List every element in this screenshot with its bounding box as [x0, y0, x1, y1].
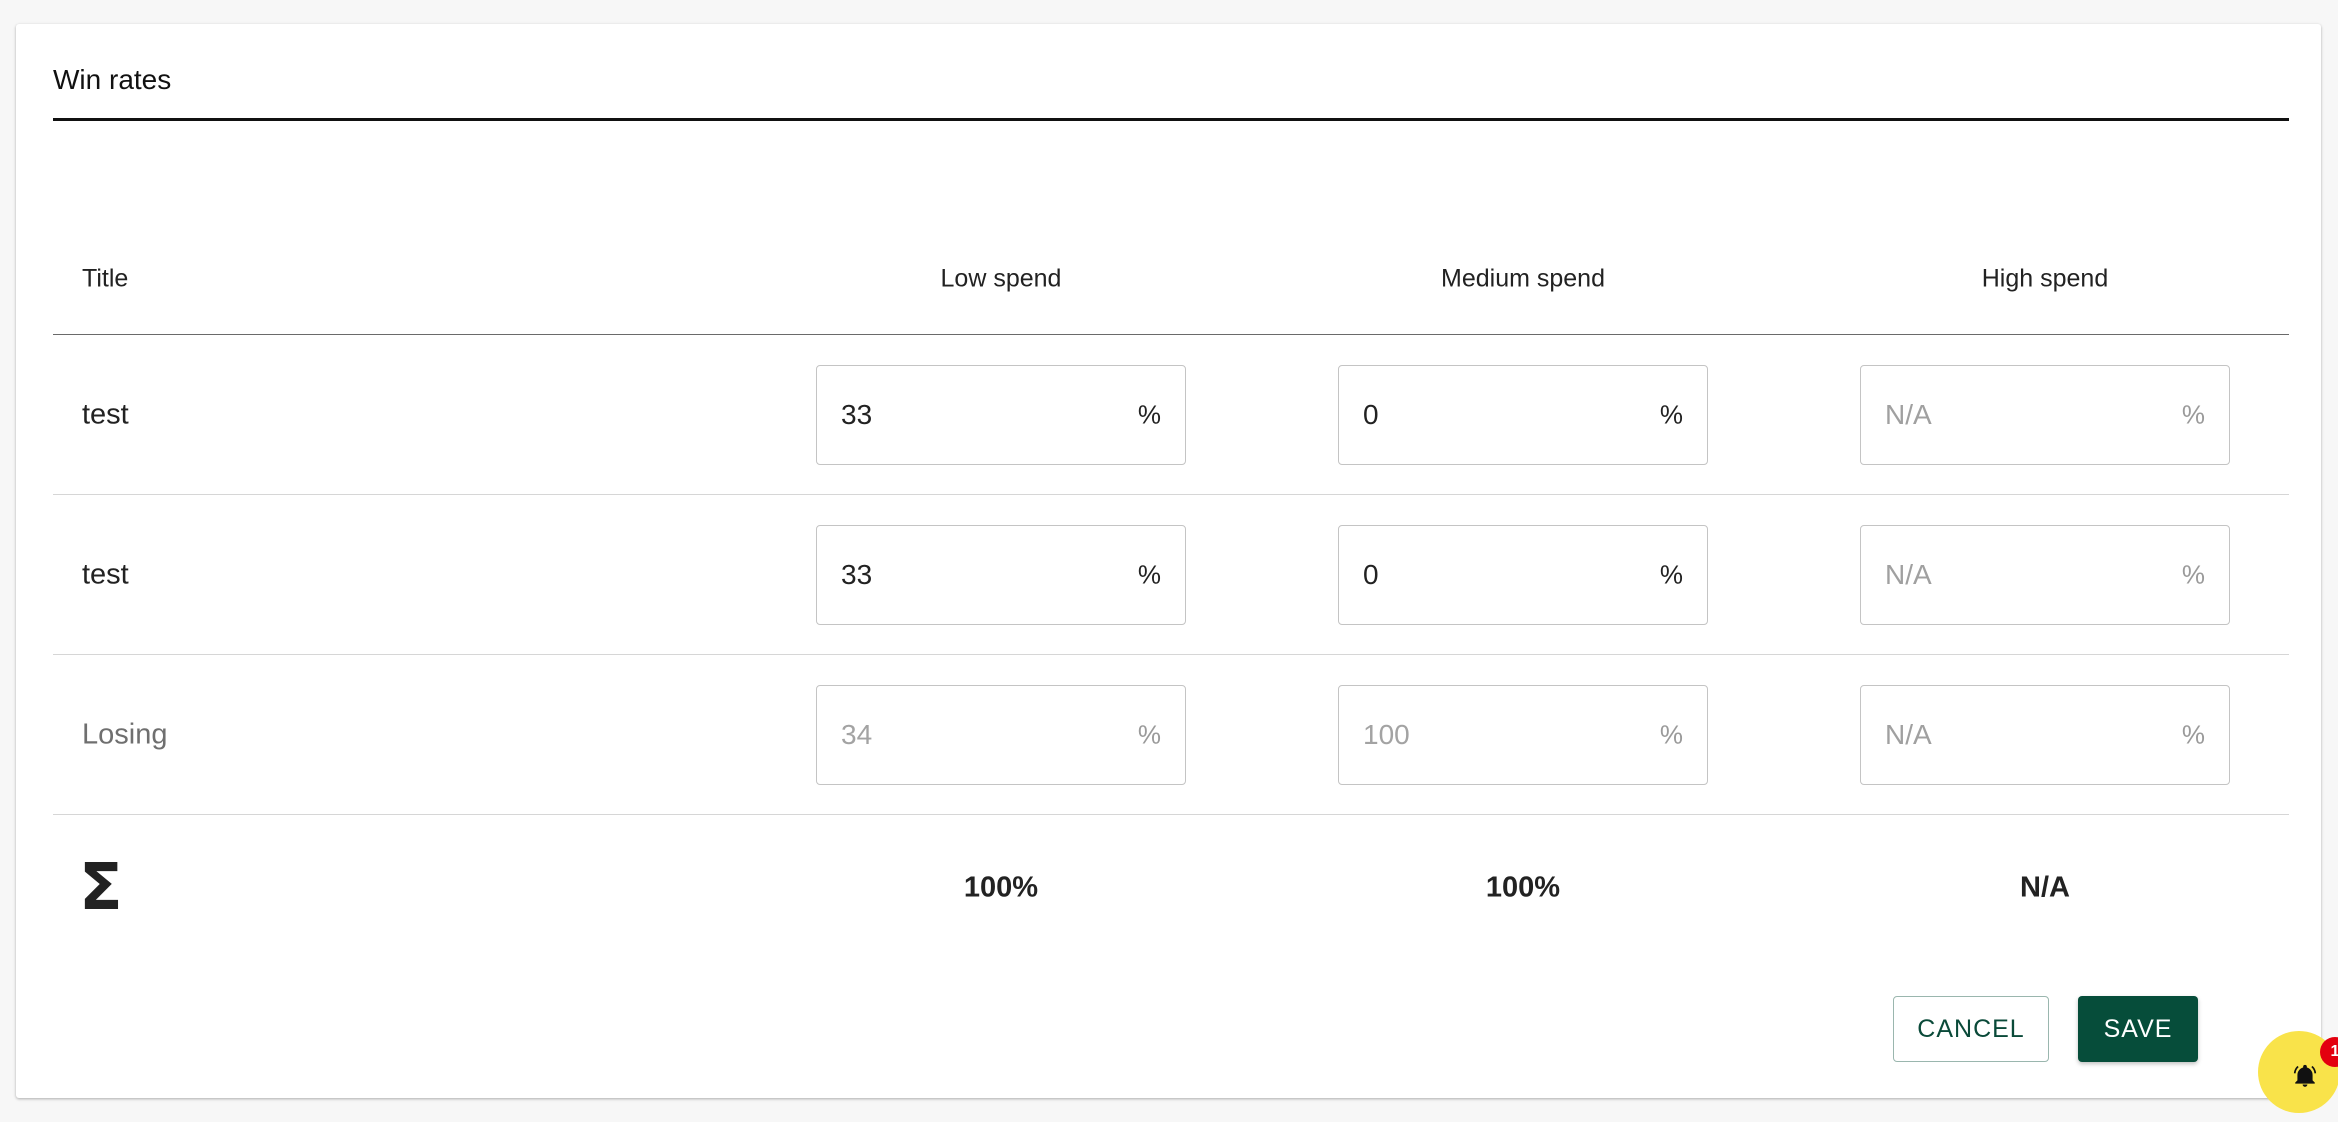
medium-spend-input[interactable]: [1363, 525, 1623, 624]
totals-row: Σ 100% 100% N/A: [53, 815, 2289, 960]
low-spend-field[interactable]: %: [816, 364, 1186, 465]
high-spend-input[interactable]: [1885, 365, 2145, 464]
title-divider: [53, 118, 2289, 121]
notifications-button[interactable]: 1: [2258, 1031, 2338, 1113]
table-row: test % % %: [53, 335, 2289, 495]
card-title: Win rates: [53, 64, 172, 95]
low-spend-input[interactable]: [841, 525, 1101, 624]
save-button[interactable]: SAVE: [2078, 996, 2198, 1062]
low-spend-field: %: [816, 684, 1186, 785]
high-spend-field: %: [1860, 684, 2230, 785]
medium-spend-input[interactable]: [1363, 365, 1623, 464]
total-low-spend: 100%: [963, 871, 1039, 903]
percent-suffix: %: [2181, 399, 2205, 429]
row-title: test: [82, 558, 129, 590]
percent-suffix: %: [1137, 719, 1161, 749]
row-title: test: [82, 398, 129, 430]
medium-spend-input: [1363, 685, 1623, 784]
sum-icon: Σ: [79, 850, 123, 925]
medium-spend-field[interactable]: %: [1338, 364, 1708, 465]
high-spend-input[interactable]: [1885, 525, 2145, 624]
table-header-row: Title Low spend Medium spend High spend: [53, 224, 2289, 335]
percent-suffix: %: [2181, 719, 2205, 749]
header-medium-spend: Medium spend: [1441, 264, 1605, 293]
medium-spend-field[interactable]: %: [1338, 524, 1708, 625]
low-spend-input: [841, 685, 1101, 784]
percent-suffix: %: [1659, 559, 1683, 589]
win-rates-table: Title Low spend Medium spend High spend …: [53, 224, 2289, 960]
percent-suffix: %: [1137, 559, 1161, 589]
cancel-button[interactable]: CANCEL: [1893, 996, 2049, 1062]
bell-icon: [2293, 1064, 2317, 1087]
medium-spend-field: %: [1338, 684, 1708, 785]
header-high-spend: High spend: [1981, 264, 2109, 293]
header-title: Title: [82, 264, 129, 293]
high-spend-field[interactable]: %: [1860, 524, 2230, 625]
total-high-spend: N/A: [2020, 871, 2070, 903]
percent-suffix: %: [1137, 399, 1161, 429]
header-low-spend: Low spend: [940, 264, 1062, 293]
notification-count-badge: 1: [2320, 1037, 2338, 1067]
row-title: Losing: [82, 718, 168, 750]
high-spend-input: [1885, 685, 2145, 784]
low-spend-input[interactable]: [841, 365, 1101, 464]
high-spend-field[interactable]: %: [1860, 364, 2230, 465]
percent-suffix: %: [1659, 719, 1683, 749]
table-row-losing: Losing % % %: [53, 655, 2289, 815]
percent-suffix: %: [2181, 559, 2205, 589]
table-row: test % % %: [53, 495, 2289, 655]
win-rates-card: Win rates Title Low spend Medium spend H…: [16, 24, 2321, 1098]
total-medium-spend: 100%: [1485, 871, 1561, 903]
low-spend-field[interactable]: %: [816, 524, 1186, 625]
percent-suffix: %: [1659, 399, 1683, 429]
